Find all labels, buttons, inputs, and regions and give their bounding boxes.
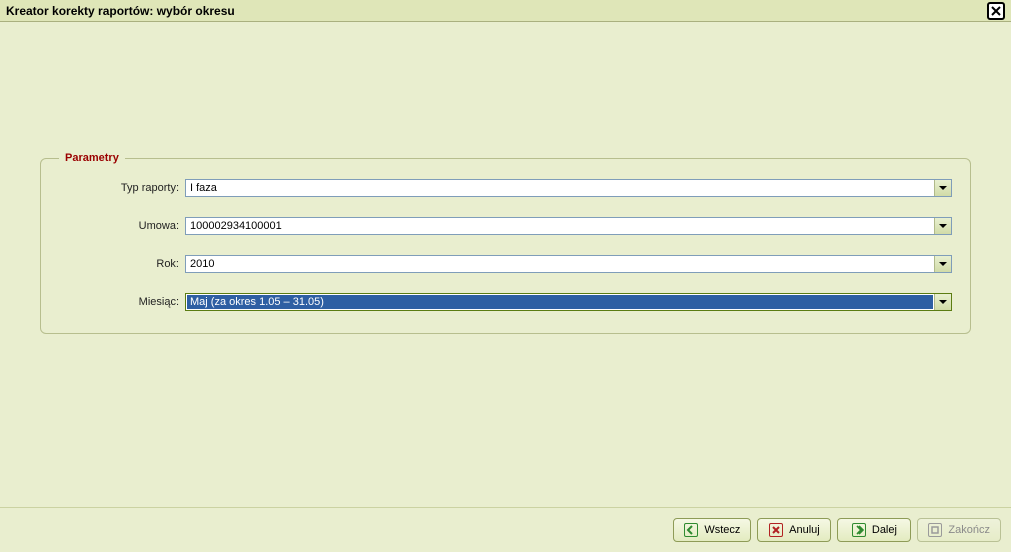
zakoncz-button: Zakończ: [917, 518, 1001, 542]
label-typ-raporty: Typ raporty:: [59, 182, 179, 194]
label-umowa: Umowa:: [59, 220, 179, 232]
chevron-down-icon[interactable]: [934, 218, 951, 234]
rok-combo[interactable]: 2010: [185, 255, 952, 273]
umowa-combo[interactable]: 100002934100001: [185, 217, 952, 235]
stop-icon: [928, 523, 942, 537]
zakoncz-label: Zakończ: [948, 524, 990, 536]
close-icon: [991, 6, 1001, 16]
chevron-down-icon[interactable]: [934, 180, 951, 196]
window-title: Kreator korekty raportów: wybór okresu: [6, 4, 235, 18]
cancel-icon: [769, 523, 783, 537]
umowa-value: 100002934100001: [186, 218, 934, 234]
arrow-left-icon: [684, 523, 698, 537]
typ-raporty-combo[interactable]: I faza: [185, 179, 952, 197]
miesiac-value: Maj (za okres 1.05 – 31.05): [187, 295, 933, 309]
anuluj-button[interactable]: Anuluj: [757, 518, 831, 542]
dalej-button[interactable]: Dalej: [837, 518, 911, 542]
wstecz-label: Wstecz: [704, 524, 740, 536]
anuluj-label: Anuluj: [789, 524, 820, 536]
parameters-fieldset: Parametry Typ raporty: I faza Umowa: 100…: [40, 152, 971, 334]
rok-value: 2010: [186, 256, 934, 272]
close-button[interactable]: [987, 2, 1005, 20]
dalej-label: Dalej: [872, 524, 897, 536]
wstecz-button[interactable]: Wstecz: [673, 518, 751, 542]
footer-bar: Wstecz Anuluj Dalej Zakończ: [0, 507, 1011, 552]
label-rok: Rok:: [59, 258, 179, 270]
label-miesiac: Miesiąc:: [59, 296, 179, 308]
chevron-down-icon[interactable]: [934, 294, 951, 310]
typ-raporty-value: I faza: [186, 180, 934, 196]
miesiac-combo[interactable]: Maj (za okres 1.05 – 31.05): [185, 293, 952, 311]
arrow-right-icon: [852, 523, 866, 537]
parameters-legend: Parametry: [59, 152, 125, 164]
chevron-down-icon[interactable]: [934, 256, 951, 272]
